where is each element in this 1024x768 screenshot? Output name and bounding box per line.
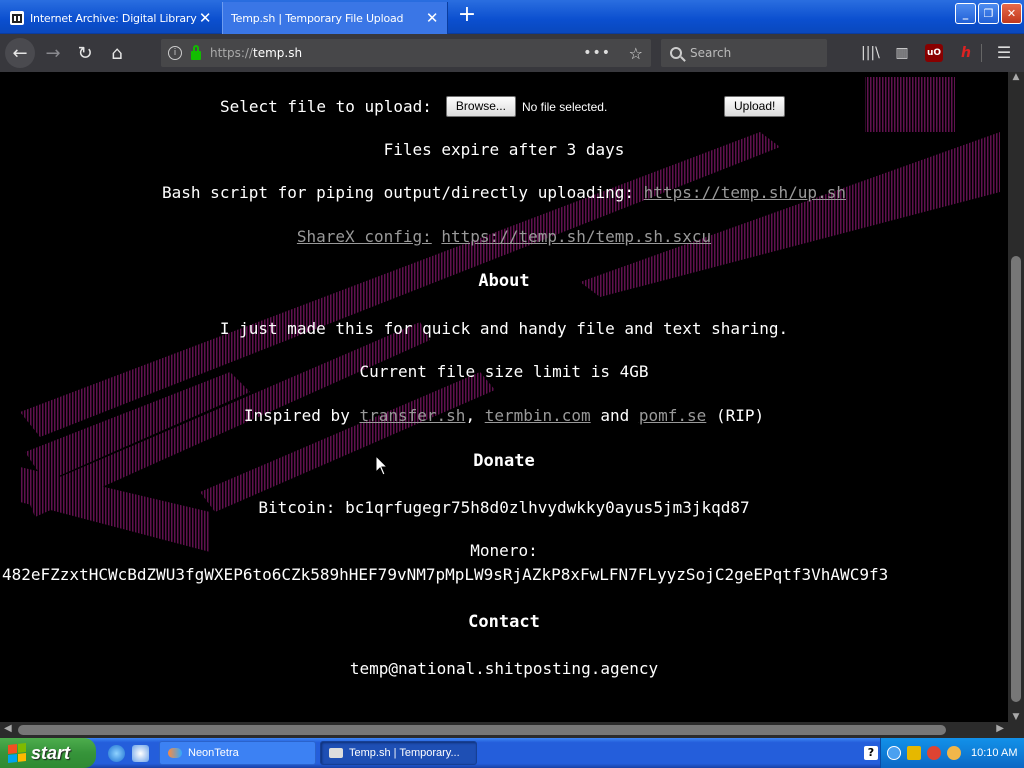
- library-icon[interactable]: |||\: [861, 44, 880, 62]
- navigation-toolbar: ← → ↻ ⌂ i https://temp.sh ••• ☆ Search |…: [0, 34, 1024, 72]
- upload-row: Select file to upload: Browse... No file…: [220, 96, 607, 117]
- windows-logo-icon: [8, 743, 26, 763]
- clock: 10:10 AM: [971, 747, 1018, 759]
- no-file-status: No file selected.: [521, 99, 608, 114]
- tab-internet-archive[interactable]: Internet Archive: Digital Library of ✕: [2, 2, 220, 34]
- sharex-config-link[interactable]: https://temp.sh/temp.sh.sxcu: [441, 227, 711, 246]
- scroll-up-icon[interactable]: ▲: [1008, 72, 1024, 82]
- internet-archive-favicon-icon: [10, 11, 24, 25]
- extension-icon[interactable]: h: [957, 44, 975, 62]
- horizontal-scrollbar[interactable]: ◀ ▶: [0, 722, 1008, 738]
- vertical-scroll-thumb[interactable]: [1011, 256, 1021, 702]
- scroll-left-icon[interactable]: ◀: [4, 723, 12, 734]
- about-text: I just made this for quick and handy fil…: [219, 319, 789, 338]
- horizontal-scroll-thumb[interactable]: [18, 725, 946, 735]
- scroll-right-icon[interactable]: ▶: [996, 723, 1004, 734]
- bash-script-link[interactable]: https://temp.sh/up.sh: [644, 183, 846, 202]
- browse-button[interactable]: Browse...: [445, 96, 516, 117]
- reload-icon[interactable]: ↻: [71, 39, 99, 67]
- forward-arrow-icon[interactable]: →: [39, 39, 67, 67]
- tab-close-icon[interactable]: ✕: [198, 9, 212, 27]
- inspired-line: Inspired by transfer.sh, termbin.com and…: [0, 406, 1008, 425]
- search-placeholder: Search: [690, 46, 732, 60]
- help-icon[interactable]: ?: [864, 746, 878, 760]
- scroll-down-icon[interactable]: ▼: [1008, 712, 1024, 722]
- toolbar-separator: [981, 44, 982, 62]
- inspired-separator: ,: [465, 406, 476, 425]
- system-tray: 10:10 AM: [880, 738, 1024, 768]
- ublock-icon[interactable]: uO: [925, 44, 943, 62]
- search-icon: [670, 47, 682, 59]
- search-bar[interactable]: Search: [661, 39, 827, 67]
- inspired-prefix: Inspired by: [243, 406, 350, 425]
- vertical-scrollbar[interactable]: ▲ ▼: [1008, 72, 1024, 722]
- tab-temp-sh[interactable]: Temp.sh | Temporary File Upload ✕: [222, 2, 448, 34]
- window-controls: _ ❐ ✕: [955, 3, 1022, 24]
- url-protocol: https://: [210, 46, 254, 60]
- inspired-and: and: [600, 406, 630, 425]
- url-text[interactable]: https://temp.sh: [210, 46, 302, 60]
- size-limit-text: Current file size limit is 4GB: [359, 362, 649, 381]
- start-button[interactable]: start: [0, 738, 96, 768]
- start-label: start: [31, 742, 71, 763]
- contact-heading: Contact: [468, 612, 540, 632]
- bitcoin-address[interactable]: bc1qrfugegr75h8d0zlhvydwkky0ayus5jm3jkqd…: [345, 498, 750, 517]
- expire-notice: Files expire after 3 days: [383, 140, 625, 159]
- url-host: temp.sh: [253, 46, 303, 60]
- taskbar: start NeonTetra Temp.sh | Temporary... ?…: [0, 738, 1024, 768]
- sharex-label-link[interactable]: ShareX config:: [297, 227, 432, 246]
- info-icon[interactable]: i: [168, 46, 182, 60]
- lock-icon[interactable]: [191, 44, 201, 60]
- task-title: Temp.sh | Temporary...: [349, 747, 460, 759]
- tab-close-icon[interactable]: ✕: [425, 9, 439, 27]
- taskbar-item-temp-sh[interactable]: Temp.sh | Temporary...: [320, 741, 477, 765]
- page-actions-icon[interactable]: •••: [583, 45, 611, 61]
- about-heading: About: [478, 271, 530, 291]
- scrollbar-corner: [1008, 722, 1024, 738]
- upload-label: Select file to upload:: [220, 97, 432, 116]
- bash-script-line: Bash script for piping output/directly u…: [0, 183, 1008, 202]
- home-icon[interactable]: ⌂: [103, 39, 131, 67]
- sharex-line: ShareX config: https://temp.sh/temp.sh.s…: [0, 227, 1008, 246]
- bitcoin-line: Bitcoin: bc1qrfugegr75h8d0zlhvydwkky0ayu…: [0, 498, 1008, 517]
- contact-email[interactable]: temp@national.shitposting.agency: [0, 659, 1008, 678]
- close-window-icon[interactable]: ✕: [1001, 3, 1022, 24]
- upload-button[interactable]: Upload!: [724, 96, 786, 117]
- termbin-link[interactable]: termbin.com: [485, 406, 591, 425]
- neontetra-icon: [168, 748, 182, 758]
- hamburger-menu-icon[interactable]: ☰: [995, 44, 1013, 62]
- security-shield-icon[interactable]: [907, 746, 921, 760]
- transfer-sh-link[interactable]: transfer.sh: [359, 406, 465, 425]
- monero-label: Monero:: [470, 541, 538, 560]
- task-title: NeonTetra: [188, 747, 239, 759]
- pomf-link[interactable]: pomf.se: [639, 406, 706, 425]
- bitcoin-label: Bitcoin:: [258, 498, 336, 517]
- sidebar-icon[interactable]: ▥: [893, 44, 911, 62]
- tab-title: Internet Archive: Digital Library of: [30, 11, 198, 25]
- antivirus-icon[interactable]: [927, 746, 941, 760]
- search-tray-icon[interactable]: [947, 746, 961, 760]
- internet-explorer-icon[interactable]: [108, 745, 125, 762]
- browser-titlebar: Internet Archive: Digital Library of ✕ T…: [0, 0, 1024, 34]
- bash-label: Bash script for piping output/directly u…: [162, 183, 635, 202]
- taskbar-item-neontetra[interactable]: NeonTetra: [159, 741, 316, 765]
- bookmark-star-icon[interactable]: ☆: [629, 44, 643, 63]
- url-bar[interactable]: i https://temp.sh ••• ☆: [161, 39, 651, 67]
- quick-launch-icon[interactable]: [132, 745, 149, 762]
- minimize-icon[interactable]: _: [955, 3, 976, 24]
- page-content: Select file to upload: Browse... No file…: [0, 72, 1008, 722]
- new-tab-button[interactable]: +: [455, 4, 479, 28]
- donate-heading: Donate: [473, 451, 535, 471]
- maximize-icon[interactable]: ❐: [978, 3, 999, 24]
- monero-address[interactable]: 482eFZzxtHCWcBdZWU3fgWXEP6to6CZk589hHEF7…: [2, 565, 888, 584]
- network-icon[interactable]: [887, 746, 901, 760]
- back-arrow-icon[interactable]: ←: [5, 38, 35, 68]
- mouse-cursor-icon: [375, 455, 389, 476]
- inspired-suffix: (RIP): [715, 406, 765, 425]
- tab-title: Temp.sh | Temporary File Upload: [231, 11, 404, 25]
- browser-window-icon: [329, 748, 343, 758]
